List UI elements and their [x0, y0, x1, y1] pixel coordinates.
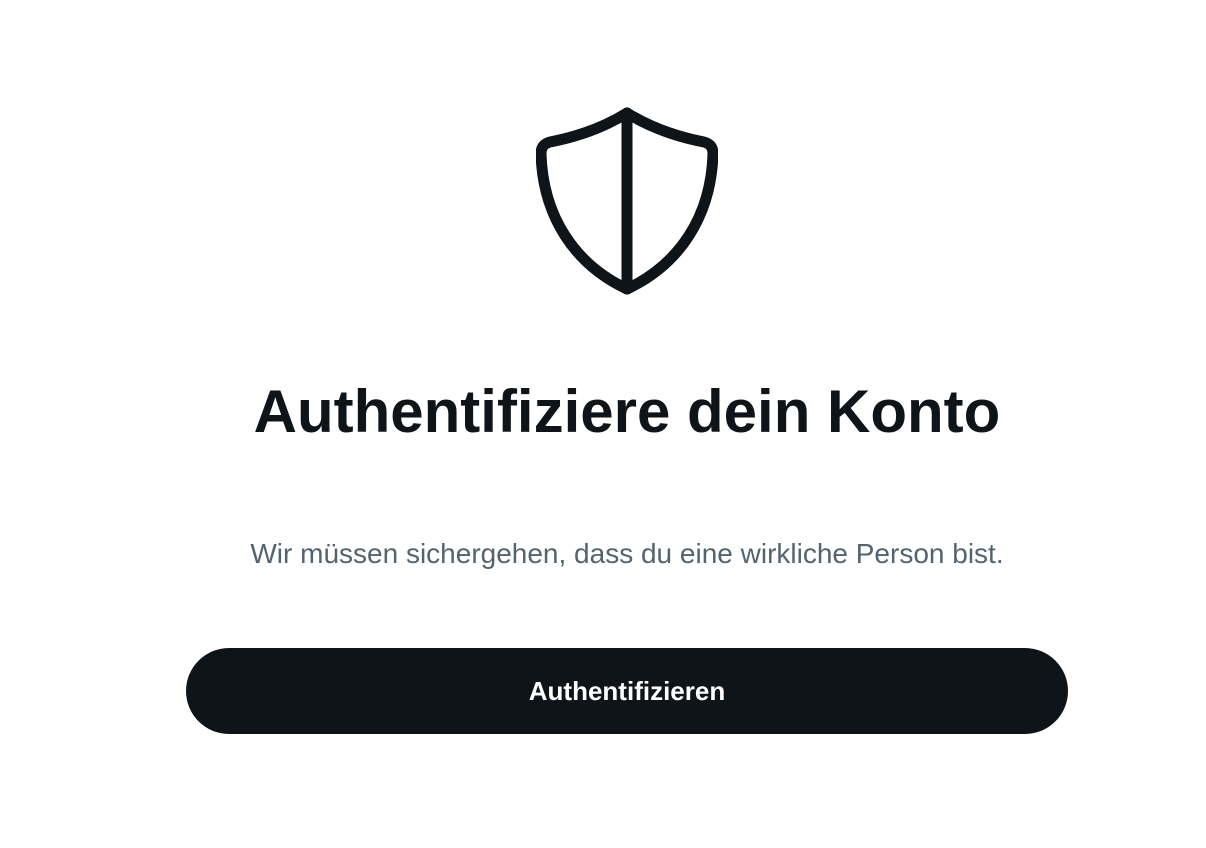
authenticate-button[interactable]: Authentifizieren: [186, 648, 1068, 734]
page-title: Authentifiziere dein Konto: [253, 378, 1001, 445]
auth-page: Authentifiziere dein Konto Wir müssen si…: [0, 0, 1206, 848]
page-subtitle: Wir müssen sichergehen, dass du eine wir…: [250, 538, 1004, 569]
shield-icon: [536, 106, 718, 296]
